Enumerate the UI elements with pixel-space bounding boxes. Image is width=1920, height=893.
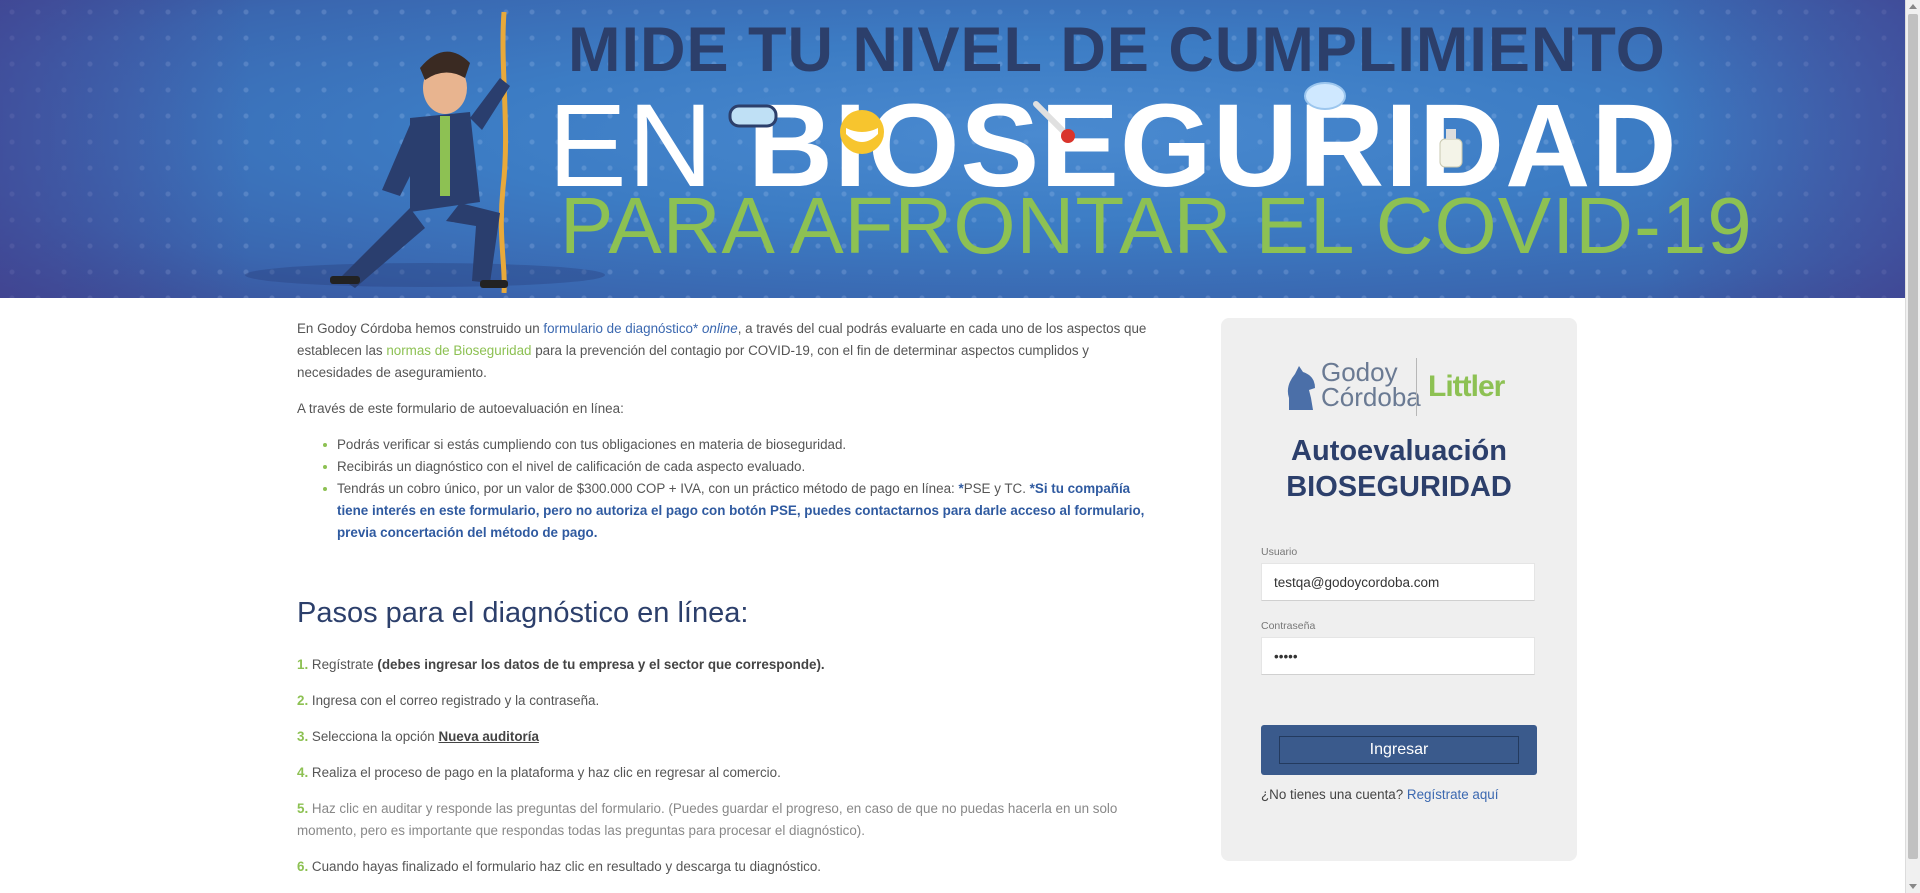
benefits-list: Podrás verificar si estás cumpliendo con… [297, 434, 1162, 544]
password-input[interactable] [1261, 637, 1535, 675]
scroll-down-icon[interactable] [1909, 884, 1917, 889]
diagnostic-form-link[interactable]: formulario de diagnóstico* [543, 321, 698, 336]
login-card: Godoy Córdoba Littler Autoevaluación BIO… [1221, 318, 1577, 861]
nueva-auditoria-label: Nueva auditoría [438, 729, 539, 744]
intro-paragraph: En Godoy Córdoba hemos construido un for… [297, 321, 1147, 380]
step-6: 6. Cuando hayas finalizado el formulario… [297, 859, 822, 874]
page-scrollbar[interactable] [1905, 0, 1920, 893]
hero-banner: MIDE TU NIVEL DE CUMPLIMIENTO EN BIOSEGU… [0, 0, 1906, 298]
banner-headline-1: MIDE TU NIVEL DE CUMPLIMIENTO [568, 15, 1666, 85]
step-1: 1. Regístrate (debes ingresar los datos … [297, 657, 825, 672]
intro-paragraph-2: A través de este formulario de autoevalu… [297, 401, 624, 416]
list-item: Tendrás un cobro único, por un valor de … [323, 478, 1162, 544]
step-2: 2. Ingresa con el correo registrado y la… [297, 693, 600, 708]
register-link[interactable]: Regístrate aquí [1407, 787, 1499, 802]
list-item: Recibirás un diagnóstico con el nivel de… [323, 456, 1162, 478]
list-item: Podrás verificar si estás cumpliendo con… [323, 434, 1162, 456]
step-5: 5. Haz clic en auditar y responde las pr… [297, 801, 1118, 838]
usuario-label: Usuario [1261, 546, 1298, 558]
soap-bubbles-icon [1304, 82, 1346, 110]
company-logo: Godoy Córdoba Littler [1281, 358, 1521, 418]
scroll-up-icon[interactable] [1909, 4, 1917, 9]
banner-headline-3: PARA AFRONTAR EL COVID-19 [560, 181, 1753, 270]
intro-section: En Godoy Córdoba hemos construido un for… [297, 318, 1162, 892]
thermometer-icon [1033, 101, 1075, 143]
scrollbar-thumb[interactable] [1908, 14, 1918, 859]
step-3: 3. Selecciona la opción Nueva auditoría [297, 729, 539, 744]
biosafety-norms-link[interactable]: normas de Bioseguridad [386, 343, 531, 358]
hand-sanitizer-icon [1439, 129, 1463, 168]
usuario-input[interactable] [1261, 563, 1535, 601]
knight-horse-icon [1287, 366, 1315, 410]
login-title: Autoevaluación BIOSEGURIDAD [1286, 435, 1512, 503]
register-prompt: ¿No tienes una cuenta? Regístrate aquí [1261, 787, 1499, 802]
steps-heading: Pasos para el diagnóstico en línea: [297, 597, 749, 629]
face-mask-emoji-icon [840, 110, 884, 154]
ingresar-button[interactable]: Ingresar [1261, 725, 1537, 775]
ingresar-button-label: Ingresar [1279, 736, 1519, 764]
step-4: 4. Realiza el proceso de pago en la plat… [297, 765, 781, 780]
businessman-climbing-icon [330, 11, 510, 293]
goggles-icon [728, 104, 778, 128]
password-label: Contraseña [1261, 620, 1316, 632]
